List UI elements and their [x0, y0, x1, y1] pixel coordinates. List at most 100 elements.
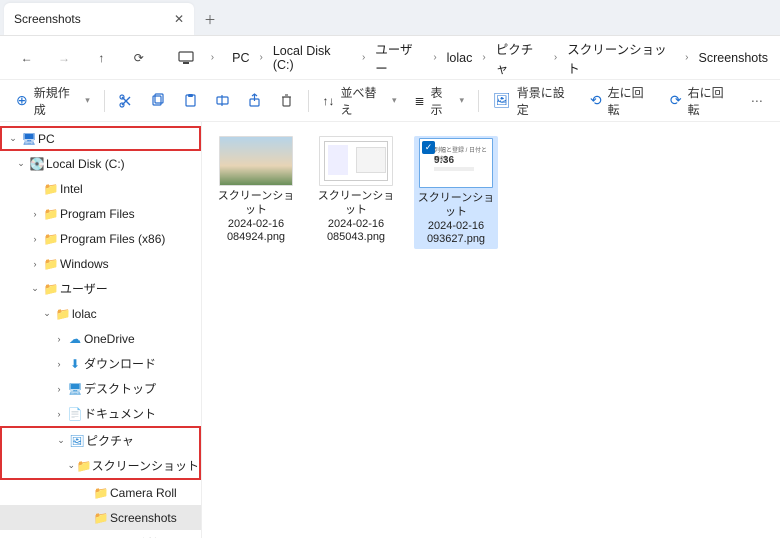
tree-slideshow[interactable]: 📁 スライド ショー — [0, 530, 201, 538]
collapse-icon[interactable]: ⌄ — [14, 158, 28, 169]
collapse-icon[interactable]: ⌄ — [40, 308, 54, 319]
set-background-label: 背景に設定 — [517, 84, 572, 118]
chevron-icon: › — [429, 52, 440, 63]
paste-button[interactable] — [175, 85, 205, 117]
document-icon: 📄 — [66, 407, 84, 421]
crumb-screenshot[interactable]: スクリーンショット — [565, 37, 677, 79]
chevron-icon: › — [256, 52, 267, 63]
sort-button[interactable]: ↑↓ 並べ替え ▾ — [314, 85, 404, 117]
picture-icon: 🖼 — [493, 92, 511, 109]
forward-button[interactable]: → — [47, 41, 80, 75]
more-button[interactable]: ⋯ — [742, 85, 772, 117]
tree-label: Windows — [60, 257, 109, 271]
thumbnail: ✓ 列幅と登録 / 日付と時刻 9:36 — [419, 138, 493, 188]
rotate-left-icon: ⟲ — [590, 92, 602, 109]
crumb-disk[interactable]: Local Disk (C:) — [271, 42, 354, 74]
tree-screenshots[interactable]: 📁 Screenshots — [0, 505, 201, 530]
folder-icon: 📁 — [42, 207, 60, 221]
title-bar: Screenshots ✕ ＋ — [0, 0, 780, 36]
tree-users[interactable]: ⌄ 📁 ユーザー — [0, 276, 201, 301]
tree-label: Camera Roll — [110, 486, 177, 500]
tree-intel[interactable]: 📁 Intel — [0, 176, 201, 201]
chevron-icon: › — [358, 52, 369, 63]
crumb-pc[interactable]: PC — [230, 49, 251, 67]
file-item[interactable]: スクリーンショット2024-02-16084924.png — [214, 136, 298, 245]
new-button[interactable]: ⊕ 新規作成 ▾ — [8, 85, 98, 117]
folder-icon: 📁 — [42, 232, 60, 246]
crumb-users[interactable]: ユーザー — [373, 37, 425, 79]
tree-program-files-x86[interactable]: › 📁 Program Files (x86) — [0, 226, 201, 251]
tree-pictures[interactable]: ⌄ 🖼 ピクチャ — [2, 428, 199, 453]
pc-icon: 🖥 — [20, 132, 38, 146]
cloud-icon: ☁ — [66, 332, 84, 346]
tree-screenshot-jp[interactable]: ⌄ 📁 スクリーンショット — [2, 453, 199, 478]
tree-desktop[interactable]: › 🖥 デスクトップ — [0, 376, 201, 401]
rotate-left-label: 左に回転 — [608, 84, 652, 118]
tree-label: Program Files — [60, 207, 135, 221]
rename-button[interactable] — [207, 85, 237, 117]
rotate-right-button[interactable]: ⟳ 右に回転 — [662, 85, 740, 117]
chevron-icon: › — [681, 52, 692, 63]
copy-button[interactable] — [143, 85, 173, 117]
expand-icon[interactable]: › — [52, 409, 66, 419]
close-icon[interactable]: ✕ — [174, 12, 184, 26]
file-item-selected[interactable]: ✓ 列幅と登録 / 日付と時刻 9:36 スクリーンショット2024-02-16… — [414, 136, 498, 249]
rotate-left-button[interactable]: ⟲ 左に回転 — [582, 85, 660, 117]
delete-button[interactable] — [271, 85, 301, 117]
browser-tab[interactable]: Screenshots ✕ — [4, 3, 194, 35]
crumb-pictures[interactable]: ピクチャ — [494, 37, 546, 79]
new-tab-button[interactable]: ＋ — [194, 3, 226, 35]
tree-windows[interactable]: › 📁 Windows — [0, 251, 201, 276]
separator — [308, 90, 309, 112]
expand-icon[interactable]: › — [28, 209, 42, 219]
tree-label: Screenshots — [110, 511, 177, 525]
tree-pc[interactable]: ⌄ 🖥 PC — [0, 126, 201, 151]
expand-icon[interactable]: › — [52, 359, 66, 369]
tree-downloads[interactable]: › ⬇ ダウンロード — [0, 351, 201, 376]
back-button[interactable]: ← — [10, 41, 43, 75]
folder-icon: 📁 — [42, 257, 60, 271]
refresh-button[interactable]: ⟳ — [122, 41, 155, 75]
tree-disk[interactable]: ⌄ 💽 Local Disk (C:) — [0, 151, 201, 176]
folder-icon: 📁 — [42, 182, 60, 196]
file-item[interactable]: スクリーンショット2024-02-16085043.png — [314, 136, 398, 245]
crumb-screenshots[interactable]: Screenshots — [697, 49, 770, 67]
crumb-lolac[interactable]: lolac — [445, 49, 475, 67]
tree-documents[interactable]: › 📄 ドキュメント — [0, 401, 201, 426]
folder-icon: 📁 — [92, 486, 110, 500]
expand-icon[interactable]: › — [52, 384, 66, 394]
up-button[interactable]: ↑ — [85, 41, 118, 75]
breadcrumb[interactable]: PC› Local Disk (C:)› ユーザー› lolac› ピクチャ› … — [230, 37, 770, 79]
content-pane[interactable]: スクリーンショット2024-02-16084924.png スクリーンショット2… — [202, 122, 780, 538]
share-button[interactable] — [239, 85, 269, 117]
tree-program-files[interactable]: › 📁 Program Files — [0, 201, 201, 226]
expand-icon[interactable]: › — [28, 259, 42, 269]
pictures-icon: 🖼 — [68, 434, 86, 448]
cut-button[interactable] — [111, 85, 141, 117]
collapse-icon[interactable]: ⌄ — [54, 435, 68, 446]
folder-icon: 📁 — [54, 307, 72, 321]
thumbnail — [219, 136, 293, 186]
nav-bar: ← → ↑ ⟳ › PC › Local Disk (C:) › ユーザー › lol… — [0, 36, 780, 80]
drive-icon: 💽 — [28, 157, 46, 171]
tree-onedrive[interactable]: › ☁ OneDrive — [0, 326, 201, 351]
thumbnail — [319, 136, 393, 186]
tree-camera-roll[interactable]: 📁 Camera Roll — [0, 480, 201, 505]
collapse-icon[interactable]: ⌄ — [28, 283, 42, 294]
chevron-icon: › — [207, 52, 218, 63]
expand-icon[interactable]: › — [52, 334, 66, 344]
set-background-button[interactable]: 🖼 背景に設定 — [485, 85, 580, 117]
tree-label: スライド ショー — [110, 534, 197, 538]
view-button[interactable]: ≣ 表示 ▾ — [406, 85, 472, 117]
file-name: スクリーンショット2024-02-16085043.png — [314, 190, 398, 245]
tree-label: OneDrive — [84, 332, 135, 346]
new-label: 新規作成 — [34, 84, 77, 118]
chevron-down-icon: ▾ — [460, 95, 465, 106]
collapse-icon[interactable]: ⌄ — [66, 460, 77, 471]
tree-label: ユーザー — [60, 280, 108, 297]
rotate-right-label: 右に回転 — [688, 84, 732, 118]
tree-lolac[interactable]: ⌄ 📁 lolac — [0, 301, 201, 326]
collapse-icon[interactable]: ⌄ — [6, 133, 20, 144]
expand-icon[interactable]: › — [28, 234, 42, 244]
chevron-down-icon: ▾ — [392, 95, 397, 106]
